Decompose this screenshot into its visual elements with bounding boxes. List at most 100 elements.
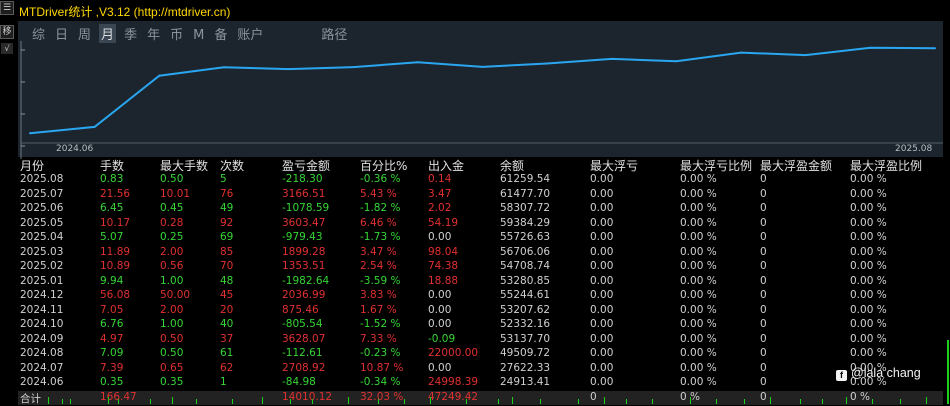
column-header[interactable]: 百分比% xyxy=(360,157,407,174)
volume-bar xyxy=(430,397,431,404)
table-cell: 0.00 xyxy=(428,289,452,301)
column-header[interactable]: 出入金 xyxy=(428,157,464,174)
table-cell: 2.54 % xyxy=(360,260,397,272)
table-cell: 2025.06 xyxy=(20,202,64,214)
table-cell: 0.00 xyxy=(590,274,614,287)
table-row[interactable]: 2025.06 6.45 0.45 49 -1078.59 -1.82 % 2.02 5830… xyxy=(18,202,943,217)
table-cell: 74.38 xyxy=(428,260,459,272)
chart-panel: 综日周月季年币 M 备账户 路径 2024.06 2025.08 xyxy=(18,21,943,159)
table-row[interactable]: 2025.03 11.89 2.00 85 1899.28 3.47 % 98.04 5670… xyxy=(18,246,943,261)
app-window: ☰ 移 √ MTDriver统计 ,V3.12 (http://mtdriver… xyxy=(0,0,950,405)
table-cell: -1982.64 xyxy=(282,274,330,287)
table-cell: 0.00 xyxy=(590,260,614,272)
table-cell: 0.00 xyxy=(428,231,452,243)
table-cell: -0.23 % xyxy=(360,347,401,359)
table-row[interactable]: 2024.08 7.09 0.50 61 -112.61 -0.23 % 22000.00 4… xyxy=(18,347,943,362)
table-cell: 6.45 xyxy=(100,202,124,214)
volume-bar xyxy=(744,399,745,404)
table-row[interactable]: 2024.09 4.97 0.50 37 3628.07 7.33 % -0.09 53137… xyxy=(18,333,943,348)
check-icon[interactable]: √ xyxy=(1,43,13,54)
table-cell: 48 xyxy=(220,274,234,287)
table-cell: 0 xyxy=(760,245,767,258)
volume-bar xyxy=(150,399,151,404)
table-cell: 21.56 xyxy=(100,187,131,200)
table-cell: 0.00 % xyxy=(850,260,887,272)
table-cell: 0.50 xyxy=(160,332,184,345)
table-cell: 0.00 % xyxy=(850,347,887,359)
watermark-text: @lala chang xyxy=(851,366,921,380)
table-row[interactable]: 2024.12 56.08 50.00 45 2036.99 3.83 % 0.00 5524… xyxy=(18,289,943,304)
table-cell: 0.00 % xyxy=(680,260,717,272)
table-cell: 2025.08 xyxy=(20,173,64,185)
table-cell: 53137.70 xyxy=(500,332,551,345)
monthly-stats-table: 月份 手数 最大手数 次数 盈亏金额 百分比% 出入金 余额 最大浮亏 最大浮亏比例 最大浮盈金额 最… xyxy=(18,157,943,405)
table-cell: 0.00 xyxy=(428,361,452,374)
table-row[interactable]: 2025.05 10.17 0.28 92 3603.47 6.46 % 54.19 5938… xyxy=(18,217,943,232)
table-cell: 0 xyxy=(760,202,767,214)
table-cell: 49509.72 xyxy=(500,347,551,359)
table-cell: 0 xyxy=(760,332,767,345)
table-cell: 7.39 xyxy=(100,361,124,374)
table-cell: 2.02 xyxy=(428,202,452,214)
table-cell: 92 xyxy=(220,216,234,229)
table-cell: 0.00 xyxy=(590,376,614,388)
table-cell: 0 xyxy=(760,361,767,374)
table-row[interactable]: 2024.06 0.35 0.35 1 -84.98 -0.34 % 24998.39 249… xyxy=(18,376,943,391)
table-row[interactable]: 2025.02 10.89 0.56 70 1353.51 2.54 % 74.38 5470… xyxy=(18,260,943,275)
table-row[interactable]: 2024.07 7.39 0.65 62 2708.92 10.87 % 0.00 27622… xyxy=(18,362,943,377)
table-cell: 0.35 xyxy=(160,376,184,388)
table-cell: 1353.51 xyxy=(282,260,326,272)
column-header[interactable]: 盈亏金额 xyxy=(282,157,330,174)
table-cell: 0.00 % xyxy=(680,303,717,316)
table-cell: -805.54 xyxy=(282,318,323,330)
volume-bar xyxy=(290,399,291,404)
table-row[interactable]: 2024.10 6.76 1.00 40 -805.54 -1.52 % 0.00 52332… xyxy=(18,318,943,333)
table-cell: 61 xyxy=(220,347,234,359)
column-header[interactable]: 手数 xyxy=(100,157,124,174)
table-cell: 61477.70 xyxy=(500,187,551,200)
table-row[interactable]: 2024.11 7.05 2.00 20 875.46 1.67 % 0.00 53207.6… xyxy=(18,304,943,319)
column-header[interactable]: 最大浮亏比例 xyxy=(680,157,752,174)
table-cell: 0.56 xyxy=(160,260,184,272)
column-header[interactable]: 最大浮盈比例 xyxy=(850,157,922,174)
table-cell: 0 xyxy=(760,303,767,316)
column-header[interactable]: 余额 xyxy=(500,157,524,174)
table-cell: 50.00 xyxy=(160,289,191,301)
volume-bar xyxy=(926,397,927,404)
table-row[interactable]: 2025.08 0.83 0.50 5 -218.30 -0.36 % 0.14 61259.… xyxy=(18,173,943,188)
table-cell: 2.00 xyxy=(160,303,184,316)
column-header[interactable]: 最大浮盈金额 xyxy=(760,157,832,174)
table-header: 月份 手数 最大手数 次数 盈亏金额 百分比% 出入金 余额 最大浮亏 最大浮亏比例 最大浮盈金额 最… xyxy=(18,157,943,173)
volume-bar xyxy=(262,397,263,404)
table-cell: -0.36 % xyxy=(360,173,401,185)
table-cell: 875.46 xyxy=(282,303,319,316)
volume-bar xyxy=(846,397,847,404)
column-header[interactable]: 次数 xyxy=(220,157,244,174)
table-cell: 0.00 % xyxy=(680,231,717,243)
equity-point xyxy=(352,66,355,69)
table-cell: 0 xyxy=(760,260,767,272)
table-cell: 76 xyxy=(220,187,234,200)
volume-bar xyxy=(822,399,823,404)
column-header[interactable]: 最大浮亏 xyxy=(590,157,638,174)
table-cell: 0.00 xyxy=(590,231,614,243)
table-cell: 37 xyxy=(220,332,234,345)
table-cell: 85 xyxy=(220,245,234,258)
table-cell: 0.00 % xyxy=(850,332,887,345)
table-row[interactable]: 2025.01 9.94 1.00 48 -1982.64 -3.59 % 18.88 532… xyxy=(18,275,943,290)
table-cell: 1.00 xyxy=(160,274,184,287)
menu-button[interactable]: ☰ xyxy=(0,1,14,15)
move-button[interactable]: 移 xyxy=(0,25,14,39)
volume-bar xyxy=(626,399,627,404)
table-cell: 53280.85 xyxy=(500,274,551,287)
volume-bar xyxy=(716,399,717,404)
column-header[interactable]: 月份 xyxy=(20,157,44,174)
table-row[interactable]: 2025.07 21.56 10.01 76 3166.51 5.43 % 3.47 6147… xyxy=(18,188,943,203)
table-cell: 5 xyxy=(220,173,227,185)
table-cell: 70 xyxy=(220,260,234,272)
table-cell: 1.67 % xyxy=(360,303,397,316)
equity-point xyxy=(675,60,678,63)
table-row[interactable]: 2025.04 5.07 0.25 69 -979.43 -1.73 % 0.00 55726… xyxy=(18,231,943,246)
column-header[interactable]: 最大手数 xyxy=(160,157,208,174)
table-cell: 49 xyxy=(220,202,234,214)
